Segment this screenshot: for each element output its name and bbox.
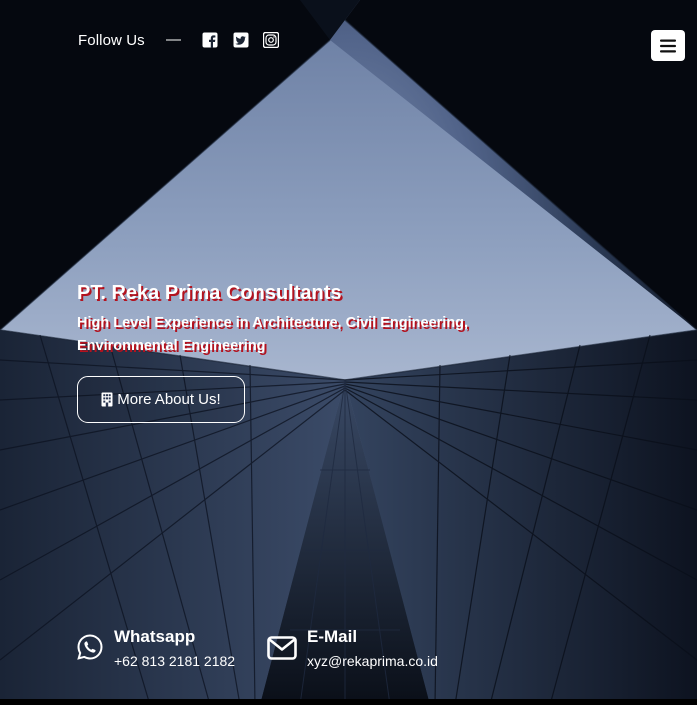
- email-title: E-Mail: [307, 627, 358, 646]
- hero-section: Follow Us — PT. Reka Prima Consultants H…: [0, 0, 697, 705]
- twitter-icon[interactable]: [233, 32, 249, 48]
- whatsapp-title: Whatsapp: [114, 627, 196, 646]
- facebook-icon[interactable]: [202, 32, 218, 48]
- company-title: PT. Reka Prima Consultants: [77, 282, 342, 304]
- follow-us-label: Follow Us: [78, 32, 145, 49]
- whatsapp-number: +62 813 2181 2182: [114, 653, 236, 669]
- more-about-us-label: More About Us!: [117, 391, 221, 408]
- whatsapp-contact[interactable]: Whatsapp +62 813 2181 2182: [77, 627, 257, 671]
- instagram-icon[interactable]: [263, 32, 279, 48]
- email-contact[interactable]: E-Mail xyz@rekaprima.co.id: [267, 627, 477, 671]
- building-icon: [101, 392, 113, 407]
- hero-content: PT. Reka Prima Consultants High Level Ex…: [77, 280, 617, 358]
- whatsapp-icon: [77, 634, 103, 660]
- separator-dash: —: [166, 31, 181, 48]
- email-address: xyz@rekaprima.co.id: [307, 653, 438, 669]
- company-subtitle: High Level Experience in Architecture, C…: [77, 315, 469, 354]
- hamburger-menu-icon[interactable]: [651, 30, 685, 61]
- bottom-divider: [0, 699, 697, 705]
- envelope-icon: [267, 636, 297, 660]
- more-about-us-button[interactable]: More About Us!: [77, 376, 245, 423]
- top-bar: Follow Us —: [78, 30, 685, 62]
